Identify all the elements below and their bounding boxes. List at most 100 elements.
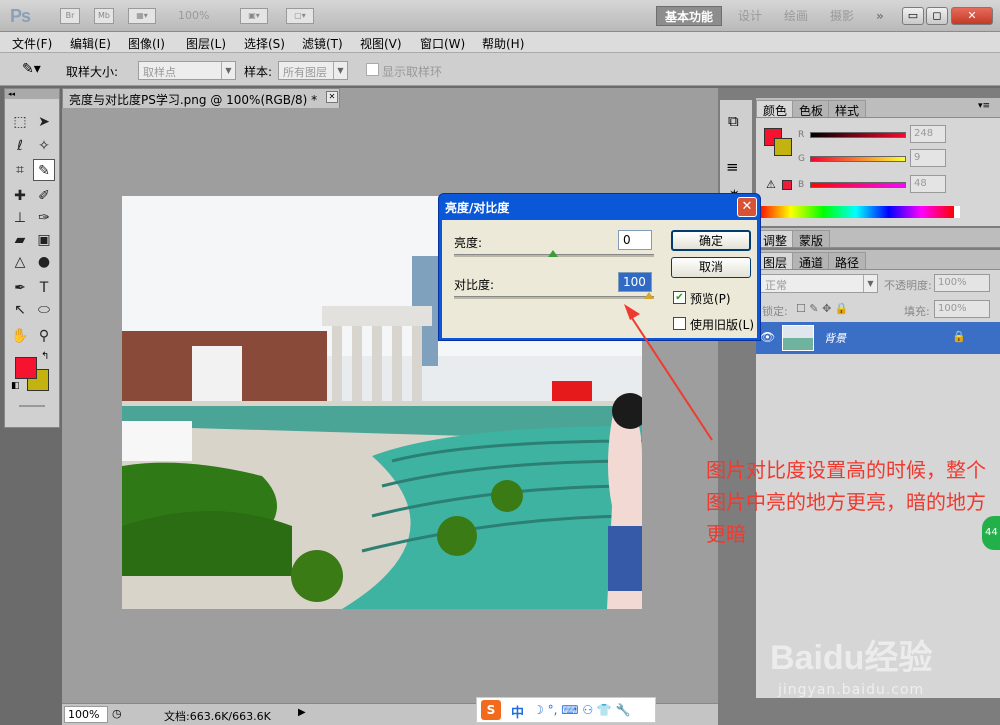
opacity-input[interactable]: 100% xyxy=(934,274,990,292)
sogou-logo-icon[interactable]: S xyxy=(481,700,501,720)
workspace-design-button[interactable]: 设计 xyxy=(730,6,770,26)
marquee-tool-icon[interactable]: ⬚ xyxy=(9,111,31,133)
menu-select[interactable]: 选择(S) xyxy=(244,35,285,52)
menu-image[interactable]: 图像(I) xyxy=(128,35,165,52)
eyedropper-preset-icon[interactable]: ✎▾ xyxy=(22,61,41,77)
chevron-down-icon: ▼ xyxy=(333,62,347,79)
tab-paths[interactable]: 路径 xyxy=(828,252,867,270)
minimize-button[interactable]: ▭ xyxy=(902,7,924,25)
status-arrow-icon[interactable]: ▶ xyxy=(298,707,306,718)
contrast-label: 对比度: xyxy=(454,278,495,292)
shape-tool-icon[interactable]: ⬭ xyxy=(33,299,55,321)
show-sampling-ring-checkbox[interactable] xyxy=(366,63,379,76)
warning-icon[interactable]: ⚠ xyxy=(766,178,776,191)
menu-window[interactable]: 窗口(W) xyxy=(420,35,465,52)
menu-edit[interactable]: 编辑(E) xyxy=(70,35,111,52)
tab-styles[interactable]: 样式 xyxy=(828,100,867,118)
cancel-button[interactable]: 取消 xyxy=(671,257,751,278)
menu-filter[interactable]: 滤镜(T) xyxy=(302,35,343,52)
zoom-field[interactable]: 100% xyxy=(64,706,108,723)
workspace-photography-button[interactable]: 摄影 xyxy=(822,6,862,26)
menu-layer[interactable]: 图层(L) xyxy=(186,35,226,52)
menu-file[interactable]: 文件(F) xyxy=(12,35,52,52)
history-panel-icon[interactable]: ⧉ xyxy=(728,112,739,130)
close-icon[interactable]: ✕ xyxy=(737,197,757,217)
r-slider[interactable] xyxy=(810,132,906,138)
eraser-tool-icon[interactable]: ▰ xyxy=(9,229,31,251)
workspace-essentials-button[interactable]: 基本功能 xyxy=(656,6,722,26)
clone-stamp-tool-icon[interactable]: ⊥ xyxy=(9,207,31,229)
hand-tool-icon[interactable]: ✋ xyxy=(9,325,31,347)
close-window-button[interactable]: ✕ xyxy=(951,7,993,25)
brightness-slider-thumb[interactable] xyxy=(548,250,558,257)
panel-menu-icon[interactable]: ▾≡ xyxy=(978,101,990,111)
blur-tool-icon[interactable]: △ xyxy=(9,251,31,273)
eye-icon[interactable]: 👁 xyxy=(760,330,775,344)
quick-selection-tool-icon[interactable]: ✧ xyxy=(33,135,55,157)
foreground-color-swatch[interactable] xyxy=(15,357,37,379)
tab-swatches[interactable]: 色板 xyxy=(792,100,831,118)
sample-select[interactable]: 所有图层 ▼ xyxy=(278,61,348,80)
workspace-painting-button[interactable]: 绘画 xyxy=(776,6,816,26)
path-selection-tool-icon[interactable]: ↖ xyxy=(9,299,31,321)
move-tool-icon[interactable]: ➤ xyxy=(33,111,55,133)
ime-language[interactable]: 中 xyxy=(511,702,524,721)
zoom-level[interactable]: 100% xyxy=(178,9,209,22)
white-swatch[interactable] xyxy=(954,206,960,218)
dodge-tool-icon[interactable]: ● xyxy=(33,251,55,273)
document-tab[interactable]: 亮度与对比度PS学习.png @ 100%(RGB/8) * xyxy=(62,88,340,108)
b-slider[interactable] xyxy=(810,182,906,188)
ime-tool-icons[interactable]: ☽ °, ⌨ ⚇ 👕 🔧 xyxy=(533,703,631,717)
status-menu-icon[interactable]: ◷ xyxy=(112,707,122,720)
screen-mode-icon[interactable]: ▢▾ xyxy=(286,8,314,24)
g-slider[interactable] xyxy=(810,156,906,162)
healing-brush-tool-icon[interactable]: ✚ xyxy=(9,185,31,207)
tab-layers[interactable]: 图层 xyxy=(756,252,795,270)
tab-channels[interactable]: 通道 xyxy=(792,252,831,270)
gamut-swatch[interactable] xyxy=(782,180,792,190)
menu-help[interactable]: 帮助(H) xyxy=(482,35,524,52)
color-panel: 颜色 色板 样式 ▾≡ R 248 G 9 ⚠ B 48 xyxy=(756,98,1000,226)
side-widget-icon[interactable]: 44 xyxy=(982,516,1000,550)
swap-colors-icon[interactable]: ↰ xyxy=(41,351,49,362)
brush-tool-icon[interactable]: ✐ xyxy=(33,185,55,207)
blend-mode-select[interactable]: 正常 ▼ xyxy=(760,274,878,293)
mini-bridge-icon[interactable]: Mb xyxy=(94,8,114,24)
contrast-input[interactable]: 100 xyxy=(618,272,652,292)
more-workspaces-button[interactable]: » xyxy=(868,6,892,26)
gradient-tool-icon[interactable]: ▣ xyxy=(33,229,55,251)
layer-row-background[interactable]: 👁 背景 🔒 xyxy=(756,322,1000,354)
r-input[interactable]: 248 xyxy=(910,125,946,143)
color-ramp[interactable] xyxy=(758,206,954,218)
sample-label: 样本: xyxy=(244,65,273,79)
lock-icons[interactable]: ☐ ✎ ✥ 🔒 xyxy=(796,302,848,315)
sample-size-select[interactable]: 取样点 ▼ xyxy=(138,61,236,80)
view-extras-icon[interactable]: ▦▾ xyxy=(128,8,156,24)
bridge-icon[interactable]: Br xyxy=(60,8,80,24)
tab-adjustments[interactable]: 调整 xyxy=(756,230,795,248)
color-panel-background[interactable] xyxy=(774,138,792,156)
b-input[interactable]: 48 xyxy=(910,175,946,193)
tab-masks[interactable]: 蒙版 xyxy=(792,230,831,248)
eyedropper-tool-icon[interactable]: ✎ xyxy=(33,159,55,181)
quick-mask-icon[interactable] xyxy=(19,405,45,407)
ok-button[interactable]: 确定 xyxy=(671,230,751,251)
zoom-tool-icon[interactable]: ⚲ xyxy=(33,325,55,347)
g-input[interactable]: 9 xyxy=(910,149,946,167)
pen-tool-icon[interactable]: ✒ xyxy=(9,277,31,299)
type-tool-icon[interactable]: T xyxy=(33,277,55,299)
close-document-icon[interactable]: ✕ xyxy=(326,91,338,103)
menu-view[interactable]: 视图(V) xyxy=(360,35,402,52)
lasso-tool-icon[interactable]: ℓ xyxy=(9,135,31,157)
crop-tool-icon[interactable]: ⌗ xyxy=(9,159,31,181)
arrange-documents-icon[interactable]: ▣▾ xyxy=(240,8,268,24)
panel-collapse-icon[interactable]: ◂◂ xyxy=(5,89,59,99)
history-brush-tool-icon[interactable]: ✑ xyxy=(33,207,55,229)
default-colors-icon[interactable]: ◧ xyxy=(11,381,20,391)
brush-presets-icon[interactable]: ≡ xyxy=(726,158,739,176)
restore-button[interactable]: ◻ xyxy=(926,7,948,25)
brightness-input[interactable]: 0 xyxy=(618,230,652,250)
tab-color[interactable]: 颜色 xyxy=(756,100,795,118)
sample-size-value: 取样点 xyxy=(143,66,176,79)
fill-input[interactable]: 100% xyxy=(934,300,990,318)
